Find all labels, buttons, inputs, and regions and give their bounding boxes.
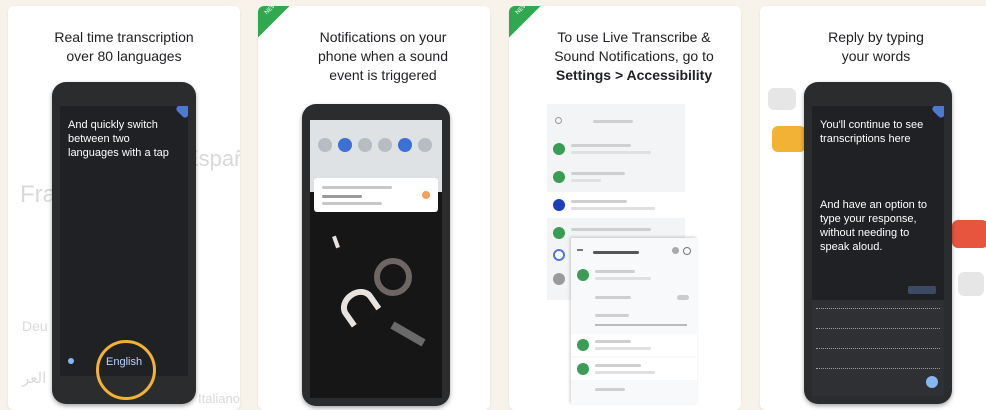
- sound-shape-ring: [374, 258, 412, 296]
- sound-notification-card[interactable]: [314, 178, 438, 212]
- highlight-ring: [96, 340, 156, 400]
- on-screen-keyboard[interactable]: [812, 300, 944, 396]
- key-row: [816, 308, 940, 312]
- card-settings-path[interactable]: NEW To use Live Transcribe & Sound Notif…: [509, 6, 741, 410]
- caption-line: Notifications on your: [319, 29, 447, 45]
- response-text: And have an option to type your response…: [820, 199, 928, 253]
- send-button[interactable]: [908, 286, 936, 294]
- sound-shape-line: [332, 235, 340, 249]
- battery-icon[interactable]: [418, 138, 432, 152]
- phone-mockup: You'll continue to see transcriptions he…: [804, 82, 952, 404]
- card-caption: Reply by typing your words: [760, 28, 986, 66]
- phone-mockup: And quickly switch between two languages…: [52, 82, 196, 404]
- help-icon[interactable]: [672, 247, 679, 254]
- background-word: Deu: [22, 318, 48, 334]
- settings-slider-row[interactable]: [571, 308, 697, 330]
- caption-line: Sound Notifications, go to: [554, 48, 714, 64]
- mic-icon[interactable]: [68, 358, 74, 364]
- caption-line: event is triggered: [329, 67, 437, 83]
- alert-icon: [422, 191, 430, 199]
- phone-screen: [310, 120, 442, 398]
- settings-screen-accessibility: [571, 238, 697, 404]
- google-icon: [553, 249, 565, 261]
- slider-track[interactable]: [595, 324, 687, 326]
- caption-line: Real time transcription: [54, 29, 194, 45]
- settings-toggle-row[interactable]: [571, 288, 697, 310]
- settings-item-sound-notifications[interactable]: [571, 358, 697, 380]
- dnd-icon[interactable]: [358, 138, 372, 152]
- settings-item-accessibility[interactable]: [547, 192, 685, 218]
- back-arrow-icon[interactable]: [577, 249, 583, 251]
- transcribe-badge-icon: [931, 106, 944, 119]
- toggle-switch[interactable]: [677, 295, 689, 300]
- accessibility-icon: [553, 199, 565, 211]
- caption-line: your words: [841, 48, 911, 64]
- card-notifications[interactable]: NEW Notifications on your phone when a s…: [258, 6, 490, 410]
- background-word: العر: [22, 370, 47, 387]
- background-word: Italiano: [198, 391, 240, 406]
- settings-item[interactable]: [571, 382, 697, 404]
- phone-screen: You'll continue to see transcriptions he…: [812, 106, 944, 396]
- rotate-icon[interactable]: [398, 138, 412, 152]
- settings-item[interactable]: [547, 166, 685, 188]
- caption-line: Reply by typing: [828, 29, 924, 45]
- sound-shape-arch: [334, 282, 382, 328]
- settings-item-live-transcribe[interactable]: [571, 334, 697, 356]
- settings-search-row[interactable]: [547, 110, 685, 132]
- transcribe-badge-icon: [175, 106, 188, 119]
- card-caption: Real time transcription over 80 language…: [8, 28, 240, 66]
- caption-line: over 80 languages: [66, 48, 182, 64]
- search-icon[interactable]: [683, 247, 691, 255]
- card-transcription[interactable]: Real time transcription over 80 language…: [8, 6, 240, 410]
- chat-bubble-icon: [952, 220, 986, 248]
- transcript-text: And quickly switch between two languages…: [68, 119, 169, 159]
- wifi-icon[interactable]: [318, 138, 332, 152]
- key-row: [816, 348, 940, 352]
- settings-path-label: Settings > Accessibility: [555, 67, 713, 83]
- settings-item[interactable]: [571, 264, 697, 286]
- accessibility-header: [571, 242, 697, 264]
- flashlight-icon[interactable]: [378, 138, 392, 152]
- key-row: [816, 328, 940, 332]
- chat-bubble-icon: [958, 272, 984, 296]
- screenshot-strip: Real time transcription over 80 language…: [0, 0, 986, 410]
- background-word: Fra: [20, 181, 56, 208]
- sound-shape-bar: [390, 321, 426, 347]
- key-row: [816, 368, 940, 372]
- chat-bubble-icon: [768, 88, 796, 110]
- search-icon: [555, 117, 562, 124]
- card-caption: To use Live Transcribe & Sound Notificat…: [509, 28, 741, 85]
- caption-line: To use Live Transcribe &: [557, 29, 711, 45]
- chat-bubble-icon: [772, 126, 806, 152]
- phone-mockup: [302, 104, 450, 406]
- card-caption: Notifications on your phone when a sound…: [258, 28, 490, 85]
- bluetooth-icon[interactable]: [338, 138, 352, 152]
- card-reply-typing[interactable]: Reply by typing your words You'll contin…: [760, 6, 986, 410]
- caption-line: phone when a sound: [318, 48, 448, 64]
- settings-item[interactable]: [547, 138, 685, 160]
- transcript-text: You'll continue to see transcriptions he…: [820, 119, 924, 145]
- phone-screen: And quickly switch between two languages…: [60, 106, 188, 376]
- enter-key[interactable]: [926, 376, 938, 388]
